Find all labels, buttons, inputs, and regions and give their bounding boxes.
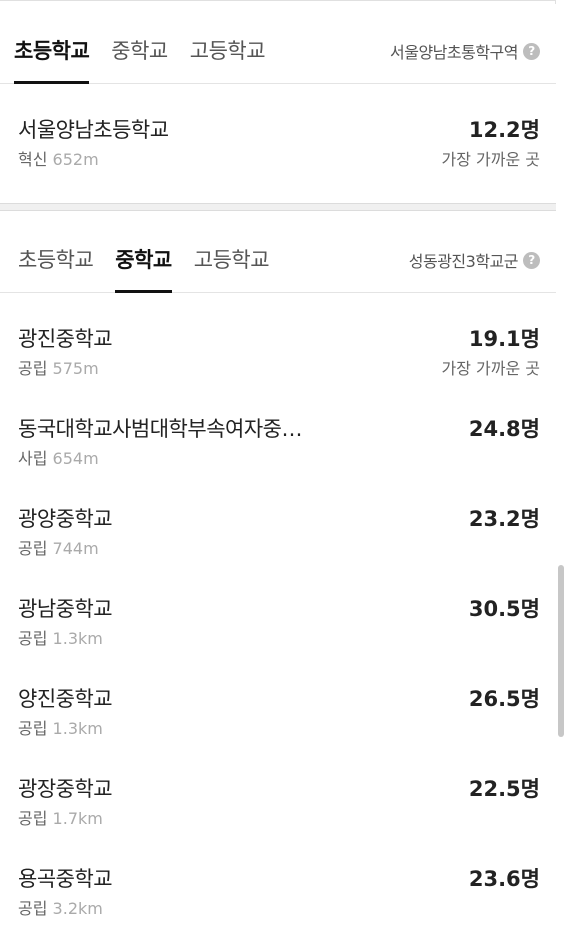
school-meta: 공립 1.7km xyxy=(18,805,103,829)
school-tabs: 초등학교 중학교 고등학교 서울양남초통학구역 ? xyxy=(0,14,556,84)
school-name: 용곡중학교 xyxy=(18,867,113,891)
tab-middle[interactable]: 중학교 xyxy=(111,35,168,83)
school-meta: 공립 3.2km xyxy=(18,895,103,919)
school-distance: 654m xyxy=(52,449,99,468)
nearest-label: 가장 가까운 곳 xyxy=(441,150,541,169)
school-distance: 744m xyxy=(52,539,99,558)
school-type: 혁신 xyxy=(18,150,48,169)
tab-middle[interactable]: 중학교 xyxy=(115,244,172,293)
school-name: 동국대학교사범대학부속여자중… xyxy=(18,417,302,441)
school-name: 광장중학교 xyxy=(18,777,113,801)
school-name: 서울양남초등학교 xyxy=(18,118,169,142)
school-name: 광진중학교 xyxy=(18,327,113,351)
students-per-teacher: 22.5명 xyxy=(468,777,540,801)
school-distance: 1.3km xyxy=(52,629,103,648)
school-distance: 575m xyxy=(52,359,99,378)
nearest-label: 가장 가까운 곳 xyxy=(441,359,541,378)
school-meta: 공립 744m xyxy=(18,535,99,559)
students-per-teacher: 19.1명 xyxy=(468,327,540,351)
school-tabs: 초등학교 중학교 고등학교 성동광진3학교군 ? xyxy=(0,223,556,293)
scrollbar-thumb[interactable] xyxy=(558,565,564,737)
students-per-teacher: 12.2명 xyxy=(468,118,540,142)
help-icon[interactable]: ? xyxy=(523,42,540,60)
school-meta: 사립 654m xyxy=(18,445,99,469)
school-name: 양진중학교 xyxy=(18,687,113,711)
school-meta: 공립 575m xyxy=(18,355,99,379)
school-name: 광남중학교 xyxy=(18,597,113,621)
school-district-label: 성동광진3학교군 xyxy=(408,252,519,271)
list-item[interactable]: 광진중학교 공립 575m 19.1명 가장 가까운 곳 xyxy=(0,293,556,383)
top-edge xyxy=(0,0,556,4)
students-per-teacher: 23.2명 xyxy=(468,507,540,531)
school-meta: 공립 1.3km xyxy=(18,715,103,739)
tab-high[interactable]: 고등학교 xyxy=(190,35,266,83)
school-type: 사립 xyxy=(18,449,48,468)
school-distance: 1.3km xyxy=(52,719,103,738)
school-distance: 1.7km xyxy=(52,809,103,828)
school-meta: 혁신 652m xyxy=(18,146,99,170)
school-type: 공립 xyxy=(18,539,48,558)
school-meta: 공립 1.3km xyxy=(18,625,103,649)
list-item[interactable]: 광양중학교 공립 744m 23.2명 xyxy=(0,473,556,563)
tab-elementary[interactable]: 초등학교 xyxy=(14,35,90,84)
list-item[interactable]: 양진중학교 공립 1.3km 26.5명 xyxy=(0,653,556,743)
students-per-teacher: 23.6명 xyxy=(468,867,540,891)
students-per-teacher: 30.5명 xyxy=(468,597,540,621)
list-item[interactable]: 광장중학교 공립 1.7km 22.5명 xyxy=(0,743,556,833)
section-divider xyxy=(0,203,556,211)
list-item[interactable]: 광남중학교 공립 1.3km 30.5명 xyxy=(0,563,556,653)
list-item[interactable]: 용곡중학교 공립 3.2km 23.6명 xyxy=(0,833,556,923)
elementary-section: 초등학교 중학교 고등학교 서울양남초통학구역 ? 서울양남초등학교 혁신 65… xyxy=(0,14,556,174)
school-type: 공립 xyxy=(18,719,48,738)
school-name: 광양중학교 xyxy=(18,507,113,531)
school-distance: 3.2km xyxy=(52,899,103,918)
school-district-label: 서울양남초통학구역 xyxy=(390,43,518,62)
students-per-teacher: 24.8명 xyxy=(468,417,540,441)
school-district[interactable]: 서울양남초통학구역 ? xyxy=(390,39,540,63)
middle-section: 초등학교 중학교 고등학교 성동광진3학교군 ? 광진중학교 공립 575m 1… xyxy=(0,223,556,923)
school-type: 공립 xyxy=(18,359,48,378)
school-type: 공립 xyxy=(18,899,48,918)
students-per-teacher: 26.5명 xyxy=(468,687,540,711)
school-type: 공립 xyxy=(18,809,48,828)
tab-elementary[interactable]: 초등학교 xyxy=(18,244,94,292)
school-type: 공립 xyxy=(18,629,48,648)
list-item[interactable]: 서울양남초등학교 혁신 652m 12.2명 가장 가까운 곳 xyxy=(0,84,556,174)
school-distance: 652m xyxy=(52,150,99,169)
help-icon[interactable]: ? xyxy=(523,251,540,269)
tab-high[interactable]: 고등학교 xyxy=(194,244,270,292)
list-item[interactable]: 동국대학교사범대학부속여자중… 사립 654m 24.8명 xyxy=(0,383,556,473)
school-district[interactable]: 성동광진3학교군 ? xyxy=(409,248,540,272)
